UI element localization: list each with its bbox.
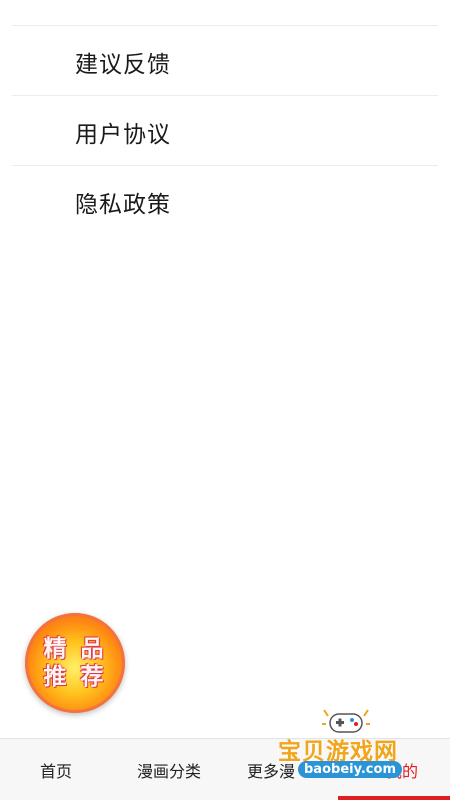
tab-more-comics[interactable]: 更多漫 [226, 739, 338, 800]
menu-item-label: 用户协议 [75, 122, 171, 148]
menu-item-feedback[interactable]: 建议反馈 [0, 27, 450, 97]
menu-item-label: 建议反馈 [75, 52, 171, 78]
screen: 建议反馈 用户协议 隐私政策 精 品 推 荐 首页 漫画分类 更多漫 我的 宝贝… [0, 0, 450, 800]
tab-label: 首页 [39, 762, 72, 781]
tab-comic-categories[interactable]: 漫画分类 [112, 739, 226, 800]
menu-item-user-agreement[interactable]: 用户协议 [0, 97, 450, 167]
gamepad-icon [322, 709, 370, 733]
tab-label: 更多漫 [247, 762, 296, 781]
bottom-tab-bar: 首页 漫画分类 更多漫 我的 [0, 738, 450, 800]
tab-home[interactable]: 首页 [0, 739, 112, 800]
badge-line-1: 精 品 [43, 635, 107, 662]
active-tab-indicator [338, 796, 450, 800]
tab-mine[interactable]: 我的 [338, 739, 450, 800]
menu-item-privacy-policy[interactable]: 隐私政策 [0, 167, 450, 237]
tab-label: 漫画分类 [136, 762, 201, 781]
divider [12, 165, 438, 166]
badge-line-2: 推 荐 [43, 663, 107, 690]
divider [12, 25, 438, 26]
tab-label: 我的 [386, 762, 419, 781]
divider [12, 95, 438, 96]
featured-recommendation-badge[interactable]: 精 品 推 荐 [25, 613, 125, 713]
menu-item-label: 隐私政策 [75, 192, 171, 218]
